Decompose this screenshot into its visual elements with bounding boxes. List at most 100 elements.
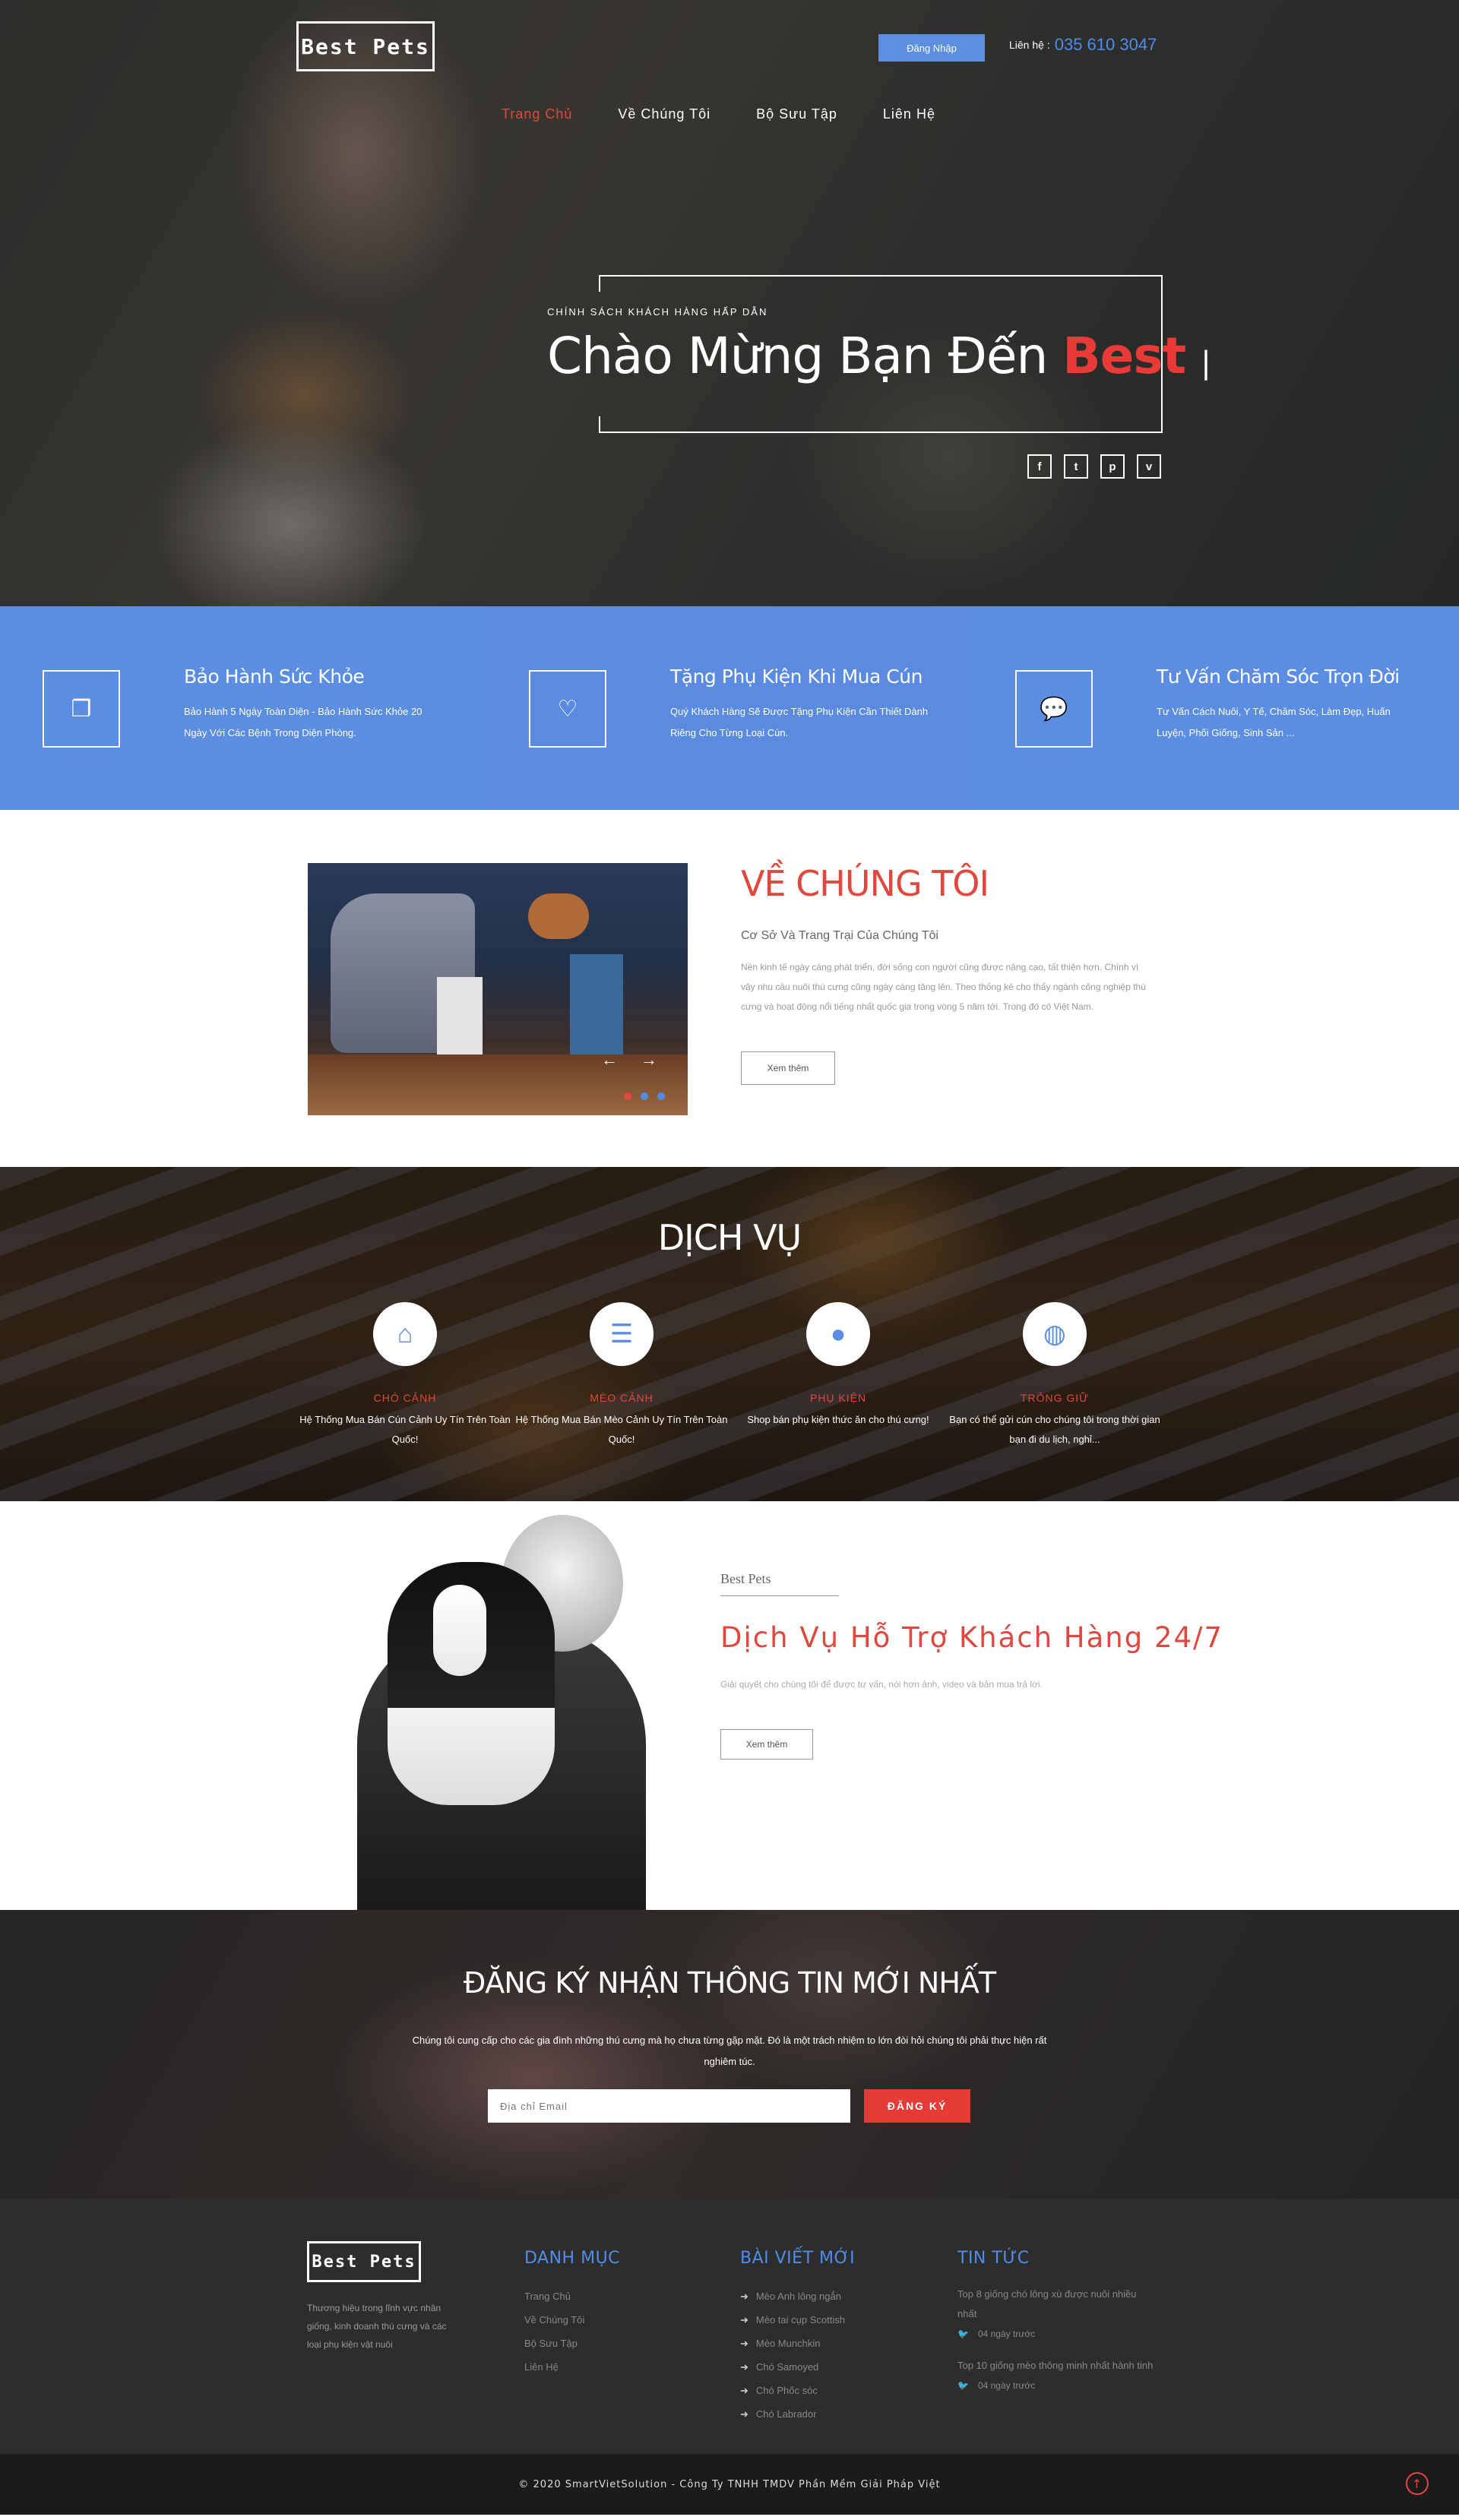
arrow-right-icon: ➜ bbox=[740, 2385, 748, 2396]
service-text: Hệ Thống Mua Bán Mèo Cảnh Uy Tín Trên To… bbox=[515, 1414, 728, 1445]
service-item[interactable]: ◍ TRÔNG GIỮ Bạn có thể gửi cún cho chúng… bbox=[945, 1302, 1165, 1450]
support-brand: Best Pets bbox=[720, 1571, 771, 1586]
about-section: ← → VỀ CHÚNG TÔI Cơ Sở Và Trang Trại Của… bbox=[0, 810, 1459, 1167]
about-subtitle: Cơ Sở Và Trang Trại Của Chúng Tôi bbox=[741, 929, 938, 942]
footer-heading: TIN TỨC bbox=[957, 2249, 1030, 2268]
service-item[interactable]: ● PHỤ KIỆN Shop bán phụ kiện thức ăn cho… bbox=[728, 1302, 948, 1430]
about-slider: ← → bbox=[308, 863, 688, 1115]
arrow-right-icon[interactable]: → bbox=[641, 1050, 657, 1070]
arrow-right-icon: ➜ bbox=[740, 2361, 748, 2373]
login-button[interactable]: Đăng Nhập bbox=[878, 34, 985, 62]
feature-title: Tư Vấn Chăm Sóc Trọn Đời bbox=[1157, 666, 1400, 688]
hero-title-highlight: Best bbox=[1062, 327, 1186, 385]
slider-dot[interactable] bbox=[657, 1092, 665, 1100]
footer-posts: BÀI VIẾT MỚI ➜ Mèo Anh lông ngắn ➜ Mèo tai… bbox=[740, 2249, 855, 2426]
footer-logo[interactable]: Best Pets bbox=[307, 2241, 421, 2282]
support-title: Dịch Vụ Hỗ Trợ Khách Hàng 24/7 bbox=[720, 1621, 1224, 1654]
nav-item-home[interactable]: Trang Chủ bbox=[502, 106, 572, 122]
hero-kicker: CHÍNH SÁCH KHÁCH HÀNG HẤP DẪN bbox=[547, 306, 768, 318]
footer-post-link[interactable]: ➜ Mèo Anh lông ngắn bbox=[740, 2284, 855, 2308]
support-image bbox=[304, 1509, 646, 1910]
facebook-icon[interactable]: f bbox=[1027, 454, 1052, 479]
email-field[interactable] bbox=[488, 2089, 850, 2123]
twitter-icon[interactable]: t bbox=[1064, 454, 1088, 479]
chat-icon: 💬 bbox=[1015, 670, 1093, 748]
social-links: f t p v bbox=[1027, 454, 1161, 479]
site-logo[interactable]: Best Pets bbox=[296, 21, 435, 71]
divider bbox=[720, 1595, 839, 1596]
news-time: 🐦 04 ngày trước bbox=[957, 2329, 1036, 2339]
footer-about: Thương hiệu trong lĩnh vực nhân giống, k… bbox=[307, 2303, 447, 2350]
support-more-button[interactable]: Xem thêm bbox=[720, 1729, 813, 1760]
heart-icon: ♡ bbox=[529, 670, 606, 748]
slider-dot[interactable] bbox=[624, 1092, 631, 1100]
subscribe-button[interactable]: ĐĂNG KÝ bbox=[864, 2089, 970, 2123]
feature-item: 💬 Tư Vấn Chăm Sóc Trọn Đời Tư Vấn Cách N… bbox=[973, 606, 1459, 810]
scroll-top-icon[interactable]: ↑ bbox=[1406, 2472, 1429, 2495]
feature-title: Tặng Phụ Kiện Khi Mua Cún bbox=[670, 666, 923, 688]
footer-news: TIN TỨC Top 8 giống chó lông xù được nuô… bbox=[957, 2249, 1155, 2408]
support-section: Best Pets Dịch Vụ Hỗ Trợ Khách Hàng 24/7… bbox=[0, 1501, 1459, 1910]
footer-link[interactable]: Trang Chủ bbox=[524, 2284, 620, 2308]
dog-shape bbox=[528, 893, 589, 939]
nav-item-about[interactable]: Về Chúng Tôi bbox=[618, 106, 711, 122]
feature-item: ❐ Bảo Hành Sức Khỏe Bảo Hành 5 Ngày Toàn… bbox=[0, 606, 486, 810]
footer-link[interactable]: Liên Hệ bbox=[524, 2355, 620, 2379]
list-icon: ☰ bbox=[590, 1302, 654, 1366]
feature-text: Tư Vấn Cách Nuôi, Y Tế, Chăm Sóc, Làm Đẹ… bbox=[1157, 706, 1391, 738]
feature-title: Bảo Hành Sức Khỏe bbox=[184, 666, 365, 688]
vimeo-icon[interactable]: v bbox=[1137, 454, 1161, 479]
footer-heading: DANH MỤC bbox=[524, 2249, 621, 2268]
bulb-icon: ● bbox=[806, 1302, 870, 1366]
about-title: VỀ CHÚNG TÔI bbox=[741, 863, 989, 904]
newsletter-section: ĐĂNG KÝ NHẬN THÔNG TIN MỚI NHẤT Chúng tô… bbox=[0, 1910, 1459, 2199]
service-text: Hệ Thống Mua Bán Cún Cảnh Uy Tín Trên To… bbox=[299, 1414, 511, 1445]
footer-post-link[interactable]: ➜ Mèo tai cụp Scottish bbox=[740, 2308, 855, 2332]
pinterest-icon[interactable]: p bbox=[1100, 454, 1125, 479]
arrow-right-icon: ➜ bbox=[740, 2314, 748, 2326]
footer-link[interactable]: Bộ Sưu Tập bbox=[524, 2332, 620, 2355]
service-item[interactable]: ⌂ CHÓ CẢNH Hệ Thống Mua Bán Cún Cảnh Uy … bbox=[295, 1302, 515, 1450]
feature-text: Quý Khách Hàng Sẽ Được Tặng Phụ Kiện Cần… bbox=[670, 706, 929, 738]
service-title: CHÓ CẢNH bbox=[373, 1392, 437, 1404]
footer-post-link[interactable]: ➜ Chó Phốc sóc bbox=[740, 2379, 855, 2402]
arrow-right-icon: ➜ bbox=[740, 2291, 748, 2302]
main-nav: Trang Chủ Về Chúng Tôi Bộ Sưu Tập Liên H… bbox=[502, 106, 981, 122]
footer-post-link[interactable]: ➜ Chó Samoyed bbox=[740, 2355, 855, 2379]
about-more-button[interactable]: Xem thêm bbox=[741, 1051, 835, 1085]
service-text: Shop bán phụ kiện thức ăn cho thú cưng! bbox=[747, 1414, 929, 1425]
phone-number[interactable]: 035 610 3047 bbox=[1055, 35, 1157, 55]
footer-post-link[interactable]: ➜ Mèo Munchkin bbox=[740, 2332, 855, 2355]
about-text: Nền kinh tế ngày càng phát triển, đời số… bbox=[741, 962, 1146, 1012]
arrow-right-icon: ➜ bbox=[740, 2408, 748, 2420]
newsletter-title: ĐĂNG KÝ NHẬN THÔNG TIN MỚI NHẤT bbox=[463, 1966, 996, 2000]
hero-title-prefix: Chào Mừng Bạn Đến bbox=[547, 327, 1048, 385]
footer-link[interactable]: Về Chúng Tôi bbox=[524, 2308, 620, 2332]
footer-categories: DANH MỤC Trang Chủ Về Chúng Tôi Bộ Sưu T… bbox=[524, 2249, 620, 2379]
hero-title: Chào Mừng Bạn Đến Best | bbox=[547, 327, 1211, 385]
arrow-right-icon: ➜ bbox=[740, 2338, 748, 2349]
slider-arrows: ← → bbox=[601, 1050, 657, 1070]
home-icon: ⌂ bbox=[373, 1302, 437, 1366]
twitter-icon: 🐦 bbox=[957, 2380, 969, 2391]
service-item[interactable]: ☰ MÈO CẢNH Hệ Thống Mua Bán Mèo Cảnh Uy … bbox=[511, 1302, 732, 1450]
contact-info: Liên hệ : 035 610 3047 bbox=[1009, 35, 1157, 55]
dog-face-shape bbox=[433, 1585, 486, 1676]
service-text: Bạn có thể gửi cún cho chúng tôi trong t… bbox=[949, 1414, 1160, 1445]
slider-dot[interactable] bbox=[641, 1092, 648, 1100]
hero-section: Best Pets Đăng Nhập Liên hệ : 035 610 30… bbox=[0, 0, 1459, 606]
service-title: TRÔNG GIỮ bbox=[1020, 1392, 1090, 1404]
footer-heading: BÀI VIẾT MỚI bbox=[740, 2249, 856, 2268]
nav-item-collection[interactable]: Bộ Sưu Tập bbox=[756, 106, 837, 122]
globe-icon: ◍ bbox=[1023, 1302, 1087, 1366]
footer: Best Pets Thương hiệu trong lĩnh vực nhâ… bbox=[0, 2199, 1459, 2454]
footer-post-link[interactable]: ➜ Chó Labrador bbox=[740, 2402, 855, 2426]
arrow-left-icon[interactable]: ← bbox=[601, 1050, 618, 1070]
news-title[interactable]: Top 10 giống mèo thông minh nhất hành ti… bbox=[957, 2356, 1155, 2376]
nav-item-contact[interactable]: Liên Hệ bbox=[883, 106, 935, 122]
copyright-text: © 2020 SmartVietSolution - Công Ty TNHH … bbox=[518, 2478, 941, 2490]
support-text: Giải quyết cho chúng tôi để được tư vấn,… bbox=[720, 1679, 1043, 1690]
news-title[interactable]: Top 8 giống chó lông xù được nuôi nhiều … bbox=[957, 2284, 1155, 2324]
copy-icon: ❐ bbox=[43, 670, 120, 748]
copyright-bar: © 2020 SmartVietSolution - Công Ty TNHH … bbox=[0, 2454, 1459, 2515]
